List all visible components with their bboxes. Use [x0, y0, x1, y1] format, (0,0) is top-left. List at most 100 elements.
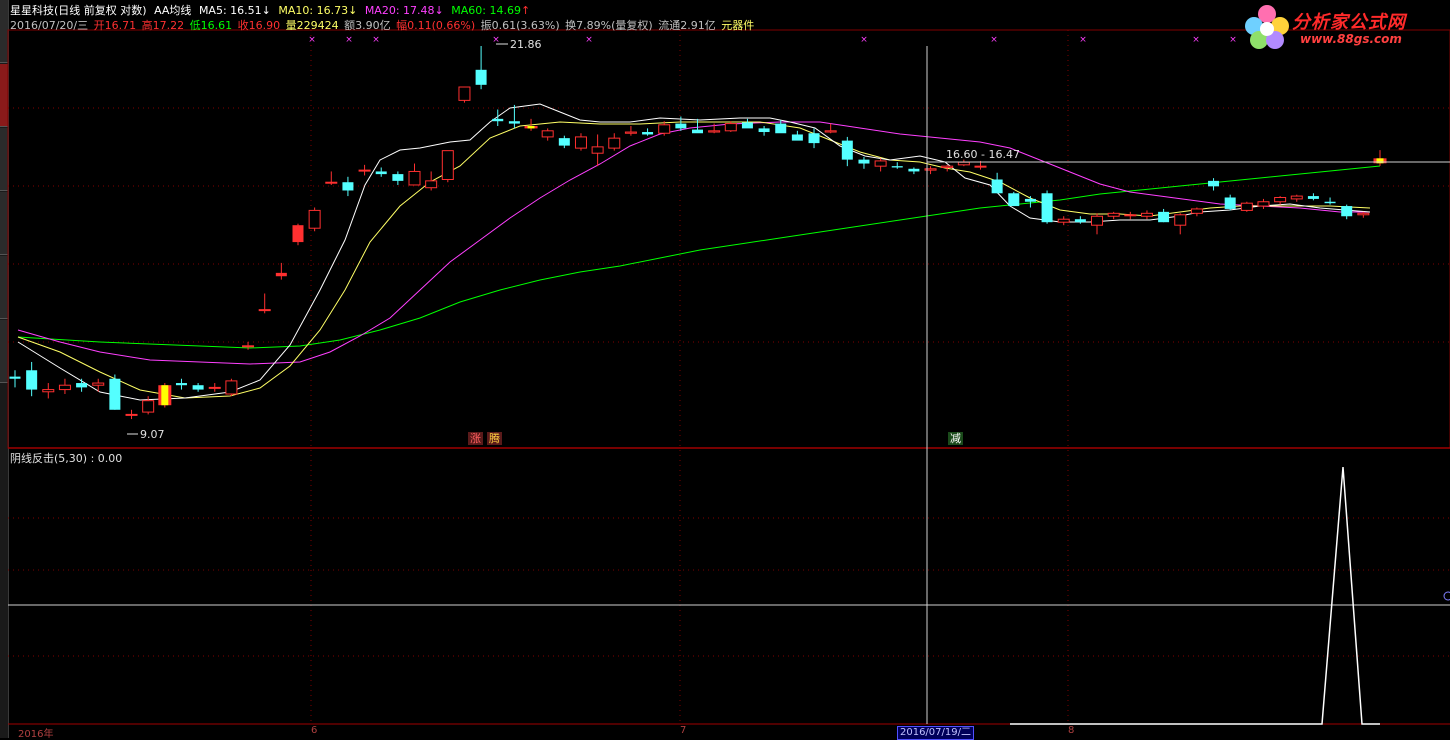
low-price-label: 9.07: [140, 428, 165, 441]
candle-body: [242, 345, 255, 348]
candle: [325, 171, 338, 185]
candle-body: [808, 133, 820, 144]
indicator-spike-line: [1010, 466, 1380, 725]
candle: [1140, 210, 1153, 220]
ma20-value: MA20: 17.48↓: [364, 4, 444, 17]
candle: [891, 162, 903, 169]
signal-x-marker: ×: [372, 35, 380, 45]
candle-body-inner: [1376, 158, 1384, 164]
candle-body: [957, 161, 970, 166]
candle: [192, 383, 204, 392]
candle: [425, 171, 438, 191]
candle: [591, 134, 604, 167]
signal-marker-teng: 腾: [487, 432, 502, 445]
amount: 额3.90亿: [344, 19, 391, 32]
signal-marker-jian: 减: [948, 432, 963, 445]
time-axis-label-3: 8: [1068, 725, 1075, 736]
candle: [1341, 204, 1353, 220]
candle: [1041, 190, 1053, 224]
time-axis-label-2: 7: [680, 725, 687, 736]
sector: 元器件: [721, 19, 755, 32]
candle-body: [1140, 212, 1153, 217]
candle: [841, 136, 853, 167]
candle-body: [908, 168, 920, 172]
candle: [1324, 197, 1336, 205]
signal-x-marker: ×: [492, 35, 500, 45]
candle-body-inner: [527, 125, 535, 129]
candle: [375, 167, 387, 177]
indicator-name[interactable]: AA均线: [154, 4, 191, 17]
candle-body: [692, 129, 703, 134]
candle: [624, 125, 637, 136]
candle-body: [125, 413, 138, 416]
candle-body: [558, 138, 570, 146]
candle-body: [142, 400, 155, 413]
candle-body: [458, 86, 471, 101]
candle-body: [1324, 201, 1336, 204]
candle: [824, 123, 837, 134]
candle: [608, 133, 621, 151]
candle: [242, 341, 255, 350]
stock-name: 星星科技: [10, 4, 54, 17]
float-cap: 流通2.91亿: [658, 19, 716, 32]
candle-body: [608, 137, 621, 149]
candle-body: [574, 136, 587, 149]
candle: [1307, 193, 1319, 201]
candle: [1373, 150, 1387, 166]
candle-body: [1307, 196, 1319, 199]
crosshair-range-label: 16.60 - 16.47: [946, 148, 1020, 161]
site-logo: 分析家公式网 www.88gs.com: [1240, 2, 1440, 52]
candle: [908, 167, 920, 175]
candle: [408, 163, 421, 186]
candle-body: [891, 166, 903, 168]
candle: [225, 378, 238, 397]
candle-body: [1091, 215, 1104, 226]
candle-body: [874, 160, 887, 167]
candle-body: [841, 140, 853, 160]
candle-body: [1008, 193, 1020, 207]
candle: [42, 383, 55, 399]
chart-header-line1: 星星科技(日线 前复权 对数) AA均线 MA5: 16.51↓ MA10: 1…: [10, 4, 534, 17]
signal-x-marker: ×: [345, 35, 353, 45]
candle: [1224, 194, 1236, 211]
candle: [58, 378, 71, 394]
signal-x-marker: ×: [1079, 35, 1087, 45]
candle: [1290, 194, 1303, 202]
candle-body: [475, 69, 487, 85]
bar-date: 2016/07/20/三: [10, 19, 89, 32]
chart-header-line2: 2016/07/20/三 开16.71 高17.22 低16.61 收16.90…: [10, 19, 758, 32]
candle: [991, 172, 1003, 194]
candle: [26, 361, 38, 397]
candle-body: [26, 370, 38, 390]
candle-body: [76, 383, 88, 388]
candle: [142, 396, 155, 415]
ma20-line: [17, 121, 1370, 365]
panel-handle: [1443, 591, 1450, 601]
candle: [1257, 198, 1270, 209]
candle-body: [1341, 206, 1353, 217]
candle-body: [1257, 201, 1270, 207]
candle: [1240, 201, 1253, 212]
signal-x-marker: ×: [1192, 35, 1200, 45]
close-price: 收16.90: [237, 19, 281, 32]
candle-body: [425, 180, 438, 189]
candle-body: [791, 134, 803, 141]
candle: [458, 86, 471, 103]
candle-body: [1290, 195, 1303, 200]
moving-average-lines: [17, 103, 1381, 401]
main-panel-border: [7, 29, 1450, 449]
candle: [858, 157, 870, 169]
indicator-panel-label: 阴线反击(5,30) : 0.00: [10, 452, 123, 465]
low-price: 低16.61: [189, 19, 233, 32]
turnover: 换7.89%(量复权): [565, 19, 653, 32]
logo-url: www.88gs.com: [1300, 32, 1402, 46]
candle-body: [642, 132, 654, 135]
candle: [642, 128, 654, 136]
candle-body: [858, 159, 870, 164]
candle-body: [42, 389, 55, 393]
candle: [791, 130, 803, 141]
candle: [1357, 211, 1370, 218]
candle-body: [708, 130, 721, 133]
stock-chart[interactable]: × × × × × × × × × × 21.86 9.07 16.60 - 16.47: [0, 0, 1450, 738]
candle: [258, 293, 271, 314]
